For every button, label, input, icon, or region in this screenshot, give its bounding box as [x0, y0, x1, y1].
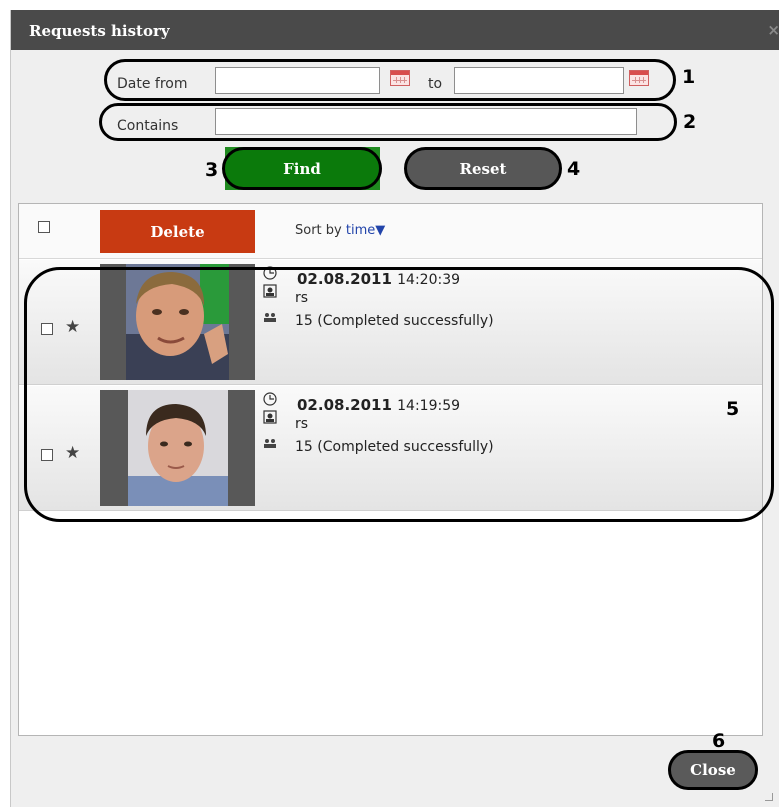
callout-number-6: 6	[712, 730, 726, 752]
callout-number-5: 5	[726, 398, 740, 420]
close-icon[interactable]: ×	[767, 21, 779, 39]
callout-number-1: 1	[682, 66, 696, 88]
sort-by-time-link[interactable]: time	[346, 223, 375, 238]
user-icon	[263, 410, 277, 424]
group-icon	[264, 439, 276, 448]
sort-arrow-icon[interactable]: ▼	[375, 223, 385, 238]
reset-button[interactable]: Reset	[404, 147, 562, 190]
calendar-icon[interactable]	[390, 70, 410, 86]
face-photo	[100, 264, 255, 380]
dialog-titlebar: Requests history ×	[11, 10, 779, 50]
group-icon	[264, 313, 276, 322]
calendar-icon[interactable]	[629, 70, 649, 86]
face-photo-image	[128, 390, 228, 506]
date-to-input[interactable]	[454, 67, 624, 94]
date-from-input[interactable]	[215, 67, 380, 94]
contains-input[interactable]	[215, 108, 637, 135]
star-icon[interactable]: ★	[65, 317, 80, 337]
list-item[interactable]: ★ 02.08.2011 14:19:59 rs 15 (Completed s…	[19, 386, 762, 511]
result-status: (Completed successfully)	[317, 439, 494, 455]
row-checkbox[interactable]	[41, 449, 53, 461]
result-status: (Completed successfully)	[317, 313, 494, 329]
clock-icon	[263, 266, 277, 280]
sort-label: Sort by	[295, 223, 342, 238]
request-user: rs	[295, 290, 309, 306]
request-date: 02.08.2011	[297, 396, 392, 414]
select-all-checkbox[interactable]	[38, 221, 50, 233]
find-button[interactable]: Find	[222, 147, 382, 190]
result-count: 15	[295, 313, 313, 329]
resize-handle[interactable]	[765, 793, 773, 801]
date-from-label: Date from	[117, 76, 188, 92]
request-time: 14:19:59	[397, 398, 461, 414]
row-checkbox[interactable]	[41, 323, 53, 335]
face-photo-image	[126, 264, 229, 380]
request-datetime: 02.08.2011 14:20:39	[297, 270, 460, 288]
contains-label: Contains	[117, 118, 179, 134]
request-result: 15 (Completed successfully)	[295, 313, 494, 329]
face-photo	[100, 390, 255, 506]
callout-number-4: 4	[567, 158, 581, 180]
list-header: Delete Sort by time▼	[19, 204, 762, 259]
star-icon[interactable]: ★	[65, 443, 80, 463]
result-count: 15	[295, 439, 313, 455]
user-icon	[263, 284, 277, 298]
dialog-title: Requests history	[29, 22, 170, 40]
close-button[interactable]: Close	[668, 750, 758, 790]
requests-list: Delete Sort by time▼ ★ 02.08.2011 14:20:…	[18, 203, 763, 736]
sort-control: Sort by time▼	[295, 223, 385, 238]
request-time: 14:20:39	[397, 272, 461, 288]
request-date: 02.08.2011	[297, 270, 392, 288]
date-to-label: to	[428, 76, 443, 92]
request-datetime: 02.08.2011 14:19:59	[297, 396, 460, 414]
callout-number-3: 3	[205, 159, 219, 181]
request-user: rs	[295, 416, 309, 432]
clock-icon	[263, 392, 277, 406]
delete-button[interactable]: Delete	[100, 210, 255, 253]
list-item[interactable]: ★ 02.08.2011 14:20:39 rs 15 (Completed s…	[19, 260, 762, 385]
callout-number-2: 2	[683, 111, 697, 133]
request-result: 15 (Completed successfully)	[295, 439, 494, 455]
